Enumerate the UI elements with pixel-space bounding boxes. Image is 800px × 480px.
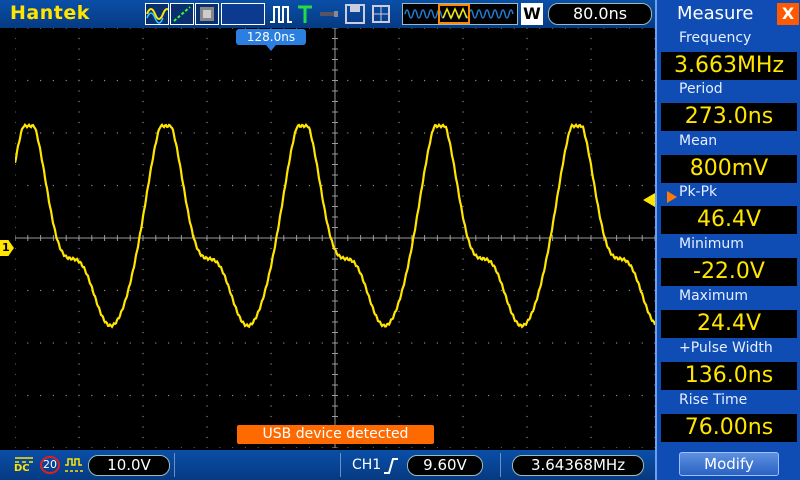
measure-value-pkpk[interactable]: 46.4V xyxy=(661,206,797,234)
bandwidth-limit-icon[interactable]: 20 xyxy=(40,456,60,474)
close-button[interactable]: X xyxy=(777,3,799,25)
panel-title: Measure xyxy=(677,3,754,24)
status-message: USB device detected xyxy=(237,425,434,444)
separator xyxy=(174,453,175,477)
trigger-t-icon[interactable] xyxy=(296,3,314,25)
trigger-level-display[interactable]: 9.60V xyxy=(407,455,483,476)
probe-attenuation-icon[interactable] xyxy=(64,456,86,478)
measure-panel: Measure X Frequency 3.663MHz Period 273.… xyxy=(655,0,800,480)
ch1-waveform-trace xyxy=(15,122,655,329)
measure-label-mean: Mean xyxy=(679,133,718,149)
top-toolbar: Hantek W 80.0ns xyxy=(0,0,655,28)
measure-value-pulse-width[interactable]: 136.0ns xyxy=(661,362,797,390)
waveform-path xyxy=(15,122,655,329)
bottom-status-bar: DC 20 10.0V CH1 9.60V 3.64368MHz xyxy=(0,450,655,480)
ch1-offset-marker[interactable]: 1 xyxy=(0,240,14,256)
settings-grid-icon[interactable] xyxy=(370,3,392,25)
measure-label-period: Period xyxy=(679,81,723,97)
measure-label-rise-time: Rise Time xyxy=(679,392,748,408)
measure-panel-header: Measure X xyxy=(657,0,800,28)
modify-button[interactable]: Modify xyxy=(679,452,779,476)
xy-mode-icon[interactable] xyxy=(170,3,194,25)
rising-edge-icon[interactable] xyxy=(383,457,399,479)
window-mode-indicator: W xyxy=(521,3,543,25)
ch1-volts-per-div[interactable]: 10.0V xyxy=(88,455,170,476)
measure-value-period[interactable]: 273.0ns xyxy=(661,103,797,131)
timebase-display[interactable]: 80.0ns xyxy=(548,3,652,25)
measure-label-pkpk: Pk-Pk xyxy=(679,184,718,200)
separator xyxy=(340,453,341,477)
persistence-icon[interactable] xyxy=(195,3,219,25)
trigger-level-arrow-icon[interactable] xyxy=(643,193,655,207)
waveform-display[interactable] xyxy=(15,28,655,448)
measure-label-maximum: Maximum xyxy=(679,288,748,304)
separator xyxy=(500,453,501,477)
measure-label-frequency: Frequency xyxy=(679,30,752,46)
measure-value-rise-time[interactable]: 76.00ns xyxy=(661,414,797,442)
measure-value-mean[interactable]: 800mV xyxy=(661,155,797,183)
trigger-position-arrow-icon xyxy=(266,45,276,51)
frequency-counter-display: 3.64368MHz xyxy=(512,455,644,476)
trigger-position-label[interactable]: 128.0ns xyxy=(236,29,306,45)
probe-icon[interactable] xyxy=(318,3,340,25)
measure-value-minimum[interactable]: -22.0V xyxy=(661,258,797,286)
selected-arrow-icon xyxy=(667,191,677,203)
brand-logo: Hantek xyxy=(10,2,90,24)
run-stop-icon[interactable] xyxy=(268,3,294,25)
measure-value-frequency[interactable]: 3.663MHz xyxy=(661,52,797,80)
sine-wave-icon[interactable] xyxy=(145,3,172,25)
coupling-label: DC xyxy=(14,463,30,474)
measure-label-minimum: Minimum xyxy=(679,236,744,252)
measure-value-maximum[interactable]: 24.4V xyxy=(661,310,797,338)
trigger-channel[interactable]: CH1 xyxy=(352,457,381,473)
blank-indicator xyxy=(221,3,265,25)
save-disk-icon[interactable] xyxy=(344,3,366,25)
measure-label-pulse-width: +Pulse Width xyxy=(679,340,773,356)
memory-overview-icon[interactable] xyxy=(402,3,518,25)
coupling-dc-icon[interactable]: DC xyxy=(14,456,34,474)
